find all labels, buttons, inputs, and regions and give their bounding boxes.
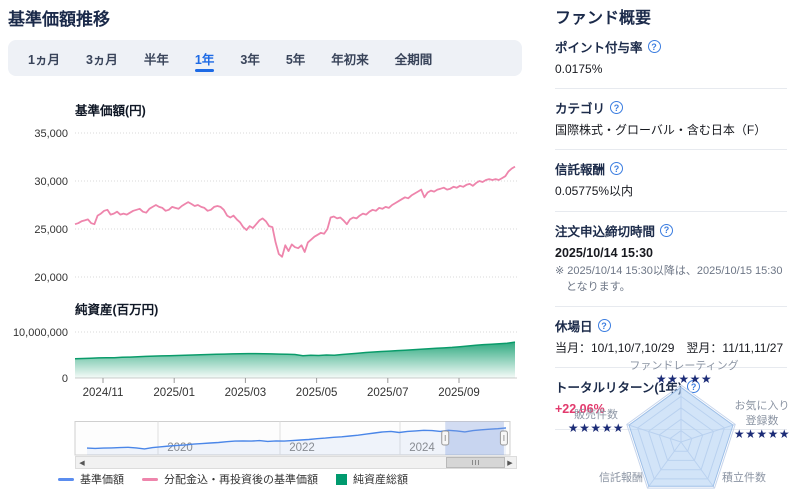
price-line-chart: 35,000 30,000 25,000 20,000 — [0, 95, 530, 293]
chart-legend: 基準価額 分配金込・再投資後の基準価額 純資産総額 — [58, 471, 408, 487]
overview-label-text: 注文申込締切時間 — [555, 221, 655, 240]
tab-3ヵ月[interactable]: 3ヵ月 — [73, 40, 131, 76]
svg-text:★★★★★: ★★★★★ — [656, 372, 712, 386]
svg-text:登録数: 登録数 — [746, 413, 779, 427]
tab-1ヵ月[interactable]: 1ヵ月 — [15, 40, 73, 76]
svg-text:20,000: 20,000 — [34, 272, 68, 284]
svg-text:2025/03: 2025/03 — [225, 387, 267, 399]
legend-label: 純資産総額 — [353, 471, 408, 487]
help-icon[interactable]: ? — [610, 101, 623, 114]
svg-text:35,000: 35,000 — [34, 128, 68, 140]
navigator-selected-range[interactable] — [445, 422, 504, 456]
svg-text:2025/05: 2025/05 — [296, 387, 338, 399]
svg-text:★★★★★: ★★★★★ — [734, 427, 790, 441]
overview-row: 注文申込締切時間? 2025/10/14 15:30 ※ 2025/10/14 15… — [555, 212, 787, 308]
help-icon[interactable]: ? — [660, 224, 673, 237]
svg-text:30,000: 30,000 — [34, 176, 68, 188]
legend-item: 純資産総額 — [336, 471, 408, 487]
tab-3年[interactable]: 3年 — [227, 40, 272, 76]
svg-text:10,000,000: 10,000,000 — [13, 327, 68, 339]
net-assets-area-chart: 10,000,000 0 2024/11 2025/01 2025/03 2025/05 2… — [0, 295, 530, 403]
legend-label: 基準価額 — [80, 471, 124, 487]
tab-半年[interactable]: 半年 — [131, 40, 182, 76]
help-icon[interactable]: ? — [610, 162, 623, 175]
overview-row-label: ポイント付与率? — [555, 37, 787, 56]
scrollbar-right-arrow-icon[interactable]: ▶ — [504, 457, 516, 468]
svg-text:0: 0 — [62, 373, 68, 385]
legend-line-swatch — [142, 478, 158, 481]
help-icon[interactable]: ? — [598, 319, 611, 332]
svg-text:25,000: 25,000 — [34, 224, 68, 236]
svg-text:お気に入り: お気に入り — [735, 398, 790, 412]
scrollbar-left-arrow-icon[interactable]: ◀ — [76, 457, 88, 468]
svg-text:積立件数: 積立件数 — [722, 470, 766, 484]
overview-row-label: 休場日? — [555, 316, 787, 335]
overview-label-text: 信託報酬 — [555, 159, 605, 178]
svg-text:2025/01: 2025/01 — [153, 387, 195, 399]
tab-全期間[interactable]: 全期間 — [382, 40, 446, 76]
fund-detail-page: 基準価額推移 1ヵ月3ヵ月半年1年3年5年年初来全期間 基準価額(円) 35,0… — [0, 0, 800, 489]
overview-label-text: カテゴリ — [555, 98, 605, 117]
svg-text:2025/07: 2025/07 — [367, 387, 409, 399]
overview-title: ファンド概要 — [555, 4, 787, 28]
overview-row-value: 0.0175% — [555, 61, 787, 77]
svg-text:販売件数: 販売件数 — [574, 408, 618, 421]
overview-label-text: ポイント付与率 — [555, 37, 643, 56]
period-tab-bar: 1ヵ月3ヵ月半年1年3年5年年初来全期間 — [8, 40, 522, 76]
navigator-range-handle[interactable] — [500, 431, 507, 445]
svg-text:信託報酬: 信託報酬 — [599, 470, 643, 484]
scrollbar-thumb[interactable] — [446, 457, 505, 468]
navigator-range-handle[interactable] — [442, 431, 449, 445]
help-icon[interactable]: ? — [648, 40, 661, 53]
overview-label-text: 休場日 — [555, 316, 593, 335]
overview-row-label: 信託報酬? — [555, 159, 787, 178]
svg-text:ファンドレーティング: ファンドレーティング — [629, 358, 738, 372]
overview-row-value: 国際株式・グローバル・含む日本（F） — [555, 122, 787, 138]
range-navigator-chart[interactable]: 202020222024 — [0, 418, 530, 458]
svg-text:2024/11: 2024/11 — [83, 387, 124, 399]
overview-row-value: 0.05775%以内 — [555, 183, 787, 199]
tab-1年[interactable]: 1年 — [182, 40, 227, 76]
tab-5年[interactable]: 5年 — [273, 40, 318, 76]
overview-row: 信託報酬? 0.05775%以内 — [555, 150, 787, 211]
legend-square-swatch — [336, 474, 347, 485]
fund-rating-radar-chart: ファンドレーティング★★★★★お気に入り登録数★★★★★積立件数信託報酬販売件数… — [545, 350, 797, 489]
overview-row-value: 2025/10/14 15:30 — [555, 245, 787, 262]
legend-item: 分配金込・再投資後の基準価額 — [142, 471, 318, 487]
legend-label: 分配金込・再投資後の基準価額 — [164, 471, 318, 487]
svg-text:★★★★★: ★★★★★ — [568, 421, 624, 435]
overview-row: ポイント付与率? 0.0175% — [555, 28, 787, 89]
legend-item: 基準価額 — [58, 471, 124, 487]
overview-row-label: カテゴリ? — [555, 98, 787, 117]
legend-line-swatch — [58, 478, 74, 481]
navigator-scrollbar[interactable]: ◀ ▶ — [75, 456, 517, 469]
svg-text:2025/09: 2025/09 — [438, 387, 480, 399]
scrollbar-grip-icon — [475, 460, 476, 465]
page-title: 基準価額推移 — [8, 5, 110, 30]
overview-row-note: ※ 2025/10/14 15:30以降は、2025/10/15 15:30とな… — [555, 264, 787, 295]
overview-row: カテゴリ? 国際株式・グローバル・含む日本（F） — [555, 89, 787, 150]
overview-row-label: 注文申込締切時間? — [555, 221, 787, 240]
tab-年初来[interactable]: 年初来 — [318, 40, 382, 76]
